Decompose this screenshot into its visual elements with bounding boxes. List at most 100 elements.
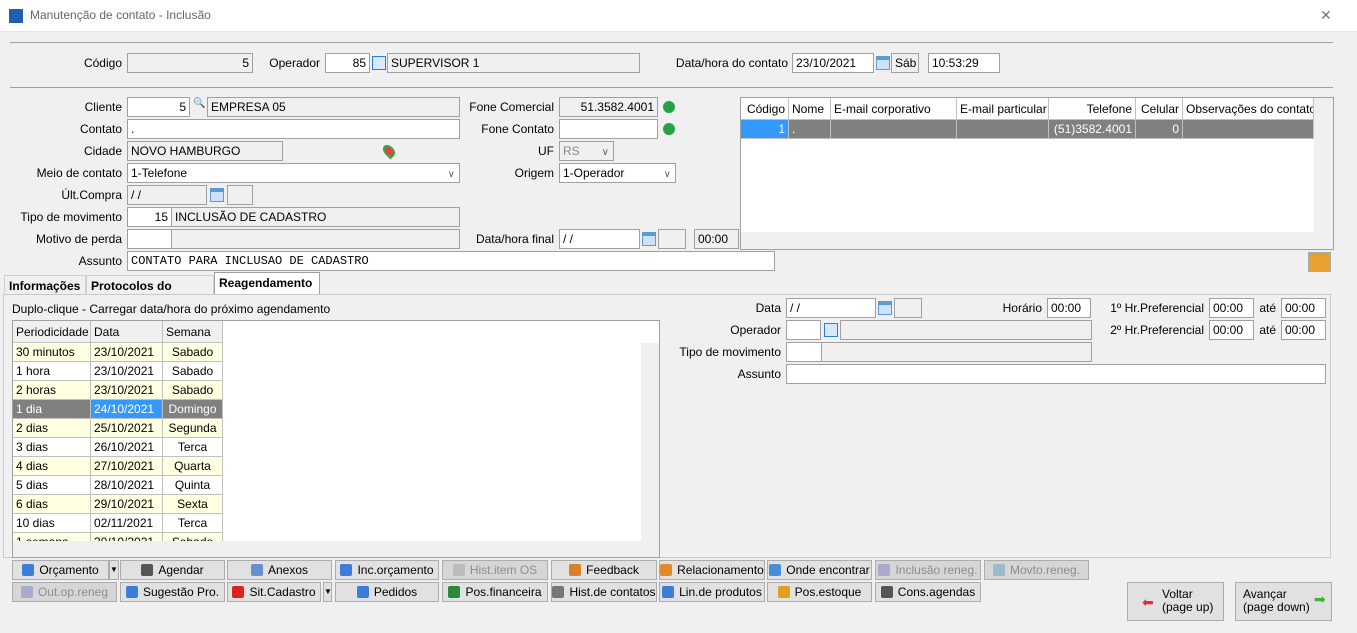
- grid-cell[interactable]: Segunda: [163, 419, 223, 438]
- grid-cell[interactable]: 02/11/2021: [91, 514, 163, 533]
- grid-cell[interactable]: Sexta: [163, 495, 223, 514]
- grid-cell[interactable]: 26/10/2021: [91, 438, 163, 457]
- inclus-o-reneg--button[interactable]: Inclusão reneg.: [875, 560, 981, 580]
- feedback-button[interactable]: Feedback: [551, 560, 657, 580]
- agendar-button[interactable]: Agendar: [120, 560, 225, 580]
- horario-field[interactable]: 00:00: [1047, 298, 1091, 318]
- grid-cell[interactable]: Sabado: [163, 343, 223, 362]
- column-header[interactable]: Nome: [789, 98, 831, 120]
- operador-code-field[interactable]: [786, 320, 821, 340]
- grid-cell[interactable]: 0: [1136, 120, 1183, 139]
- calendar-icon[interactable]: [876, 56, 890, 70]
- hist-item-os-button[interactable]: Hist.item OS: [442, 560, 548, 580]
- tipo-code-field[interactable]: 15: [127, 207, 172, 227]
- grid-cell[interactable]: (51)3582.4001: [1049, 120, 1136, 139]
- whatsapp-icon[interactable]: [663, 101, 675, 113]
- meio-select[interactable]: 1-Telefone ∨: [127, 163, 460, 183]
- grid-cell[interactable]: Quinta: [163, 476, 223, 495]
- column-header[interactable]: Data: [91, 321, 163, 343]
- pedidos-button[interactable]: Pedidos: [335, 582, 439, 602]
- grid-cell[interactable]: Sabado: [163, 381, 223, 400]
- grid-cell[interactable]: Terca: [163, 438, 223, 457]
- grid-cell[interactable]: 29/10/2021: [91, 495, 163, 514]
- tab-informa-es[interactable]: Informações: [4, 275, 86, 295]
- grid-cell[interactable]: 1 dia: [13, 400, 91, 419]
- cons-agendas-button[interactable]: Cons.agendas: [875, 582, 981, 602]
- column-header[interactable]: E-mail corporativo: [831, 98, 957, 120]
- final-date-field[interactable]: / /: [559, 229, 640, 249]
- data-field[interactable]: / /: [786, 298, 876, 318]
- column-header[interactable]: Periodicidade: [13, 321, 91, 343]
- search-dropdown-icon[interactable]: 🔍: [193, 98, 205, 109]
- orcamento-dropdown-button[interactable]: ▼: [109, 560, 119, 580]
- close-icon[interactable]: ✕: [1320, 7, 1332, 24]
- inc-or-amento-button[interactable]: Inc.orçamento: [335, 560, 439, 580]
- pref2-from-field[interactable]: 00:00: [1209, 320, 1254, 340]
- horizontal-scrollbar[interactable]: [13, 541, 659, 557]
- fone-contato-field[interactable]: [559, 119, 658, 139]
- column-header[interactable]: Semana: [163, 321, 223, 343]
- vertical-scrollbar[interactable]: [641, 343, 659, 541]
- cliente-code-field[interactable]: 5: [127, 97, 190, 117]
- sit-cadastro-button[interactable]: Sit.Cadastro: [227, 582, 321, 602]
- origem-select[interactable]: 1-Operador ∨: [559, 163, 676, 183]
- tab-protocolos-do-cliente[interactable]: Protocolos do cliente: [86, 275, 214, 313]
- grid-cell[interactable]: 1 hora: [13, 362, 91, 381]
- tipo-code-field[interactable]: [786, 342, 822, 362]
- grid-cell[interactable]: Sabado: [163, 362, 223, 381]
- map-pin-icon[interactable]: [380, 142, 398, 160]
- assunto-field[interactable]: CONTATO PARA INCLUSAO DE CADASTRO: [127, 251, 775, 271]
- contato-field[interactable]: .: [127, 119, 460, 139]
- grid-cell[interactable]: 23/10/2021: [91, 343, 163, 362]
- anexos-button[interactable]: Anexos: [227, 560, 332, 580]
- out-op-reneg-button[interactable]: Out.op.reneg: [12, 582, 117, 602]
- movto-reneg--button[interactable]: Movto.reneg.: [984, 560, 1089, 580]
- column-header[interactable]: Observações do contato: [1183, 98, 1314, 120]
- grid-cell[interactable]: [1183, 120, 1314, 139]
- back-button[interactable]: ⬅ Voltar (page up): [1127, 582, 1224, 621]
- export-icon[interactable]: [1308, 252, 1331, 272]
- whatsapp-icon[interactable]: [663, 123, 675, 135]
- grid-cell[interactable]: 24/10/2021: [91, 400, 163, 419]
- reagendamento-grid[interactable]: Periodicidade Data Semana 30 minutos 23/10/2…: [12, 320, 660, 558]
- next-button[interactable]: ➡ Avançar (page down): [1235, 582, 1332, 621]
- lin-de-produtos-button[interactable]: Lin.de produtos: [659, 582, 765, 602]
- column-header[interactable]: Telefone: [1049, 98, 1136, 120]
- grid-cell[interactable]: 6 dias: [13, 495, 91, 514]
- contact-date-field[interactable]: 23/10/2021: [792, 53, 874, 73]
- grid-cell[interactable]: [957, 120, 1049, 139]
- calendar-icon[interactable]: [642, 232, 656, 246]
- grid-cell[interactable]: 5 dias: [13, 476, 91, 495]
- onde-encontrar-button[interactable]: Onde encontrar: [767, 560, 872, 580]
- search-icon[interactable]: [824, 323, 838, 337]
- relacionamento-button[interactable]: Relacionamento: [659, 560, 765, 580]
- grid-cell[interactable]: 28/10/2021: [91, 476, 163, 495]
- grid-cell[interactable]: Terca: [163, 514, 223, 533]
- grid-cell[interactable]: 2 horas: [13, 381, 91, 400]
- contacts-grid[interactable]: Código Nome E-mail corporativo E-mail parti…: [740, 97, 1334, 250]
- grid-cell[interactable]: Domingo: [163, 400, 223, 419]
- grid-cell[interactable]: 2 dias: [13, 419, 91, 438]
- motivo-code-field[interactable]: [127, 229, 172, 249]
- pref1-to-field[interactable]: 00:00: [1281, 298, 1326, 318]
- grid-cell[interactable]: 30 minutos: [13, 343, 91, 362]
- column-header[interactable]: Celular: [1136, 98, 1183, 120]
- tab-reagendamento[interactable]: Reagendamento: [214, 272, 320, 295]
- vertical-scrollbar[interactable]: [1314, 98, 1333, 232]
- grid-cell[interactable]: 4 dias: [13, 457, 91, 476]
- hist-de-contatos-button[interactable]: Hist.de contatos: [551, 582, 657, 602]
- operador-code-field[interactable]: 85: [325, 53, 370, 73]
- grid-cell[interactable]: 1: [741, 120, 789, 139]
- column-header[interactable]: Código: [741, 98, 789, 120]
- or-amento-button[interactable]: Orçamento: [12, 560, 109, 580]
- sugest-o-pro--button[interactable]: Sugestão Pro.: [120, 582, 225, 602]
- grid-cell[interactable]: 10 dias: [13, 514, 91, 533]
- grid-cell[interactable]: [831, 120, 957, 139]
- sit-cadastro-dropdown-button[interactable]: ▼: [323, 582, 332, 602]
- calendar-icon[interactable]: [210, 188, 224, 202]
- pos-financeira-button[interactable]: Pos.financeira: [442, 582, 548, 602]
- calendar-icon[interactable]: [878, 301, 892, 315]
- grid-cell[interactable]: 23/10/2021: [91, 362, 163, 381]
- column-header[interactable]: E-mail particular: [957, 98, 1049, 120]
- grid-cell[interactable]: 3 dias: [13, 438, 91, 457]
